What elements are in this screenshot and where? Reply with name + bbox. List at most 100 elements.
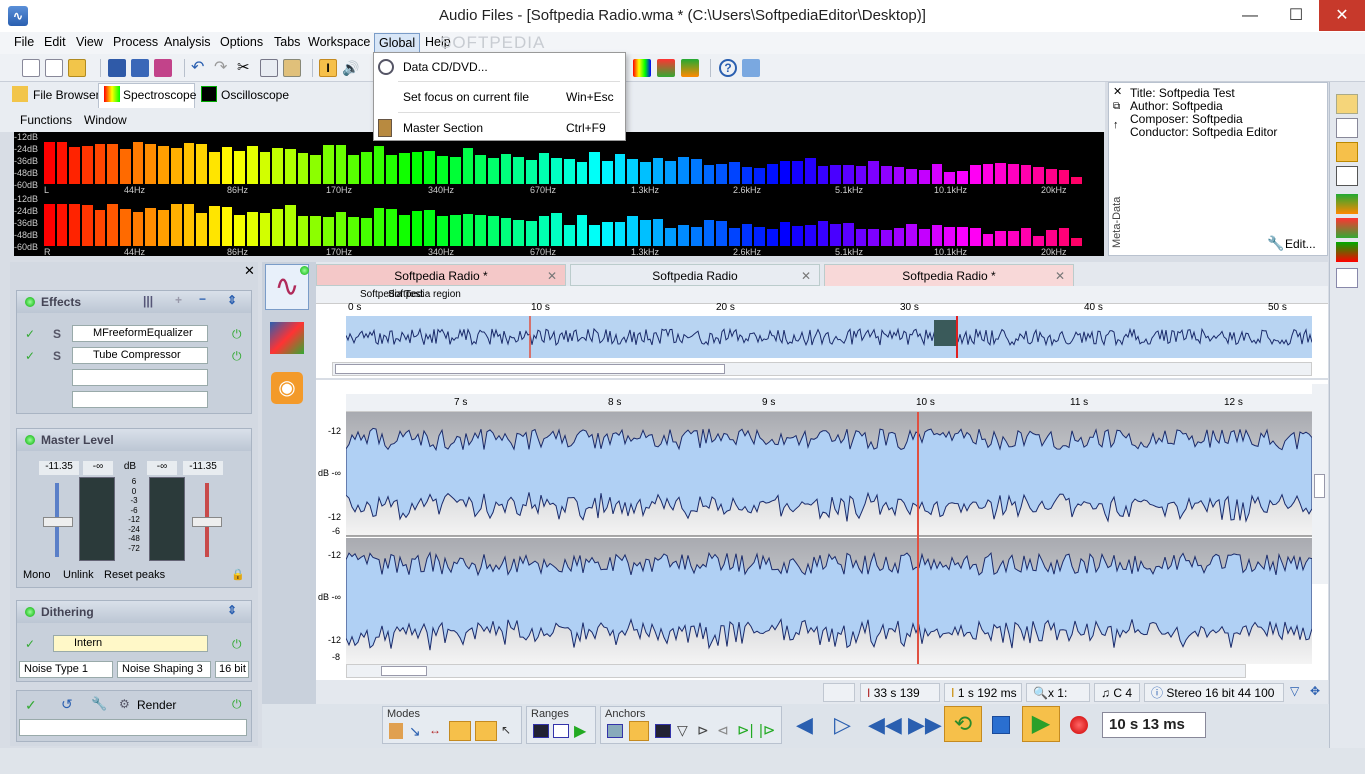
mode-icon[interactable]: ↘	[409, 723, 425, 739]
effect-slot[interactable]	[72, 369, 208, 386]
region-flag[interactable]: Softpedia region	[388, 289, 461, 300]
stop-button[interactable]	[992, 716, 1010, 734]
menu-item-data-cd[interactable]: Data CD/DVD...	[374, 53, 625, 81]
check-icon[interactable]: ✓	[25, 327, 35, 341]
vscroll-thumb[interactable]	[1314, 474, 1325, 498]
loop-button[interactable]: ⟲	[944, 706, 982, 742]
browser-icon[interactable]	[1336, 94, 1358, 114]
mode-icon[interactable]	[449, 721, 471, 741]
float-icon[interactable]: ⧉	[1113, 101, 1120, 112]
arrows-icon[interactable]: ⇕	[227, 603, 237, 617]
info-icon[interactable]	[1336, 268, 1358, 288]
mono-button[interactable]: Mono	[23, 569, 51, 581]
overview-scrollbar[interactable]	[332, 362, 1312, 376]
range-icon[interactable]	[533, 724, 549, 738]
menu-workspace[interactable]: Workspace	[308, 35, 370, 49]
anchor-icon[interactable]: ⊳	[697, 722, 709, 739]
anchor-icon[interactable]	[607, 724, 623, 738]
noise-type-select[interactable]: Noise Type 1	[19, 661, 113, 678]
speaker-icon[interactable]: 🔊	[342, 59, 360, 77]
play-button[interactable]: ▶	[1022, 706, 1060, 742]
pin-icon[interactable]: ↑	[1113, 119, 1119, 131]
tab-oscilloscope[interactable]: Oscilloscope	[221, 88, 289, 102]
metadata-edit-link[interactable]: Edit...	[1285, 237, 1316, 251]
menu-analysis[interactable]: Analysis	[164, 35, 211, 49]
close-button[interactable]: ✕	[1319, 0, 1365, 31]
cut-icon[interactable]: ✂	[237, 59, 255, 77]
menu-tabs[interactable]: Tabs	[274, 35, 300, 49]
hscroll-thumb[interactable]	[381, 666, 427, 676]
edit-cursor-icon[interactable]: I	[319, 59, 337, 77]
markers-icon[interactable]	[1336, 118, 1358, 138]
help-icon[interactable]: ?	[719, 59, 737, 77]
whats-this-icon[interactable]	[742, 59, 760, 77]
save-all-icon[interactable]	[154, 59, 172, 77]
fast-forward-icon[interactable]: ▶▶	[908, 712, 942, 738]
tag-icon[interactable]	[1336, 142, 1358, 162]
close-icon[interactable]: ✕	[1113, 85, 1122, 98]
menu-item-master-section[interactable]: Master Section Ctrl+F9	[374, 114, 625, 142]
unlink-button[interactable]: Unlink	[63, 569, 94, 581]
open-folder-icon[interactable]	[68, 59, 86, 77]
menu-process[interactable]: Process	[113, 35, 158, 49]
power-icon[interactable]: ⏻	[232, 697, 242, 712]
menu-file[interactable]: File	[14, 35, 34, 49]
mode-icon[interactable]	[475, 721, 497, 741]
previous-icon[interactable]: ◀	[796, 712, 813, 738]
scroll-thumb[interactable]	[335, 364, 725, 374]
move-icon[interactable]: ✥	[1310, 684, 1320, 698]
next-icon[interactable]: ▷	[834, 712, 851, 738]
power-icon[interactable]: ⏻	[232, 327, 242, 342]
menu-view[interactable]: View	[76, 35, 103, 49]
paste-icon[interactable]	[283, 59, 301, 77]
close-icon[interactable]: ✕	[244, 263, 255, 279]
master-led-icon[interactable]	[25, 435, 35, 445]
mode-icon[interactable]	[389, 723, 403, 739]
close-icon[interactable]: ✕	[1055, 265, 1065, 287]
vertical-scrollbar[interactable]	[1312, 384, 1328, 584]
level-icon[interactable]	[1336, 194, 1358, 214]
spectrogram-side-icon[interactable]	[1336, 218, 1358, 238]
cursor-mode-icon[interactable]: ↖	[501, 723, 517, 739]
effect-slot[interactable]: Tube Compressor	[72, 347, 208, 364]
menu-window[interactable]: Window	[84, 113, 127, 127]
overview-waveform[interactable]	[346, 316, 1312, 358]
piano-icon[interactable]	[1336, 166, 1358, 186]
doc-tab[interactable]: Softpedia Radio ✕	[570, 264, 820, 286]
phase-icon[interactable]	[1336, 242, 1358, 262]
remove-icon[interactable]: −	[199, 292, 206, 306]
spectrogram-icon[interactable]	[657, 59, 675, 77]
time-ruler[interactable]: 7 s 8 s 9 s 10 s 11 s 12 s	[346, 394, 1312, 412]
render-slot[interactable]	[19, 719, 247, 736]
minimize-button[interactable]: —	[1227, 0, 1273, 31]
filter-icon[interactable]: ▽	[1290, 684, 1299, 698]
gear-icon[interactable]: ⚙	[119, 697, 130, 711]
close-icon[interactable]: ✕	[801, 265, 811, 287]
doc-tab[interactable]: Softpedia Radio * ✕	[316, 264, 566, 286]
check-icon[interactable]: ✓	[25, 349, 35, 363]
play-range-icon[interactable]: ▶	[574, 721, 586, 741]
podcast-rss-icon[interactable]: ◉	[271, 372, 303, 404]
doc-tab-active[interactable]: Softpedia Radio * ✕	[824, 264, 1074, 286]
bit-depth-select[interactable]: 16 bit	[215, 661, 249, 678]
wrench-icon[interactable]: 🔧	[91, 696, 107, 712]
new-file-icon[interactable]	[22, 59, 40, 77]
effects-led-icon[interactable]	[25, 297, 35, 307]
solo-button[interactable]: S	[53, 349, 61, 363]
solo-button[interactable]: S	[53, 327, 61, 341]
menu-options[interactable]: Options	[220, 35, 263, 49]
effect-slot[interactable]: MFreeformEqualizer	[72, 325, 208, 342]
anchor-icon[interactable]: ⊲	[717, 722, 729, 739]
menu-edit[interactable]: Edit	[44, 35, 66, 49]
multitrack-view-icon[interactable]	[270, 322, 304, 354]
power-icon[interactable]: ⏻	[232, 637, 242, 652]
new-copy-icon[interactable]	[45, 59, 63, 77]
reset-peaks-button[interactable]: Reset peaks	[104, 569, 165, 581]
rewind-icon[interactable]: ◀◀	[868, 712, 902, 738]
mode-icon[interactable]: ↔	[429, 723, 445, 739]
power-icon[interactable]: ⏻	[232, 349, 242, 364]
menu-item-set-focus[interactable]: Set focus on current file Win+Esc	[374, 83, 625, 111]
anchor-icon[interactable]: ⊳|	[737, 721, 753, 739]
spectroscope-icon[interactable]	[633, 59, 651, 77]
arrows-icon[interactable]: ⇕	[227, 293, 237, 307]
